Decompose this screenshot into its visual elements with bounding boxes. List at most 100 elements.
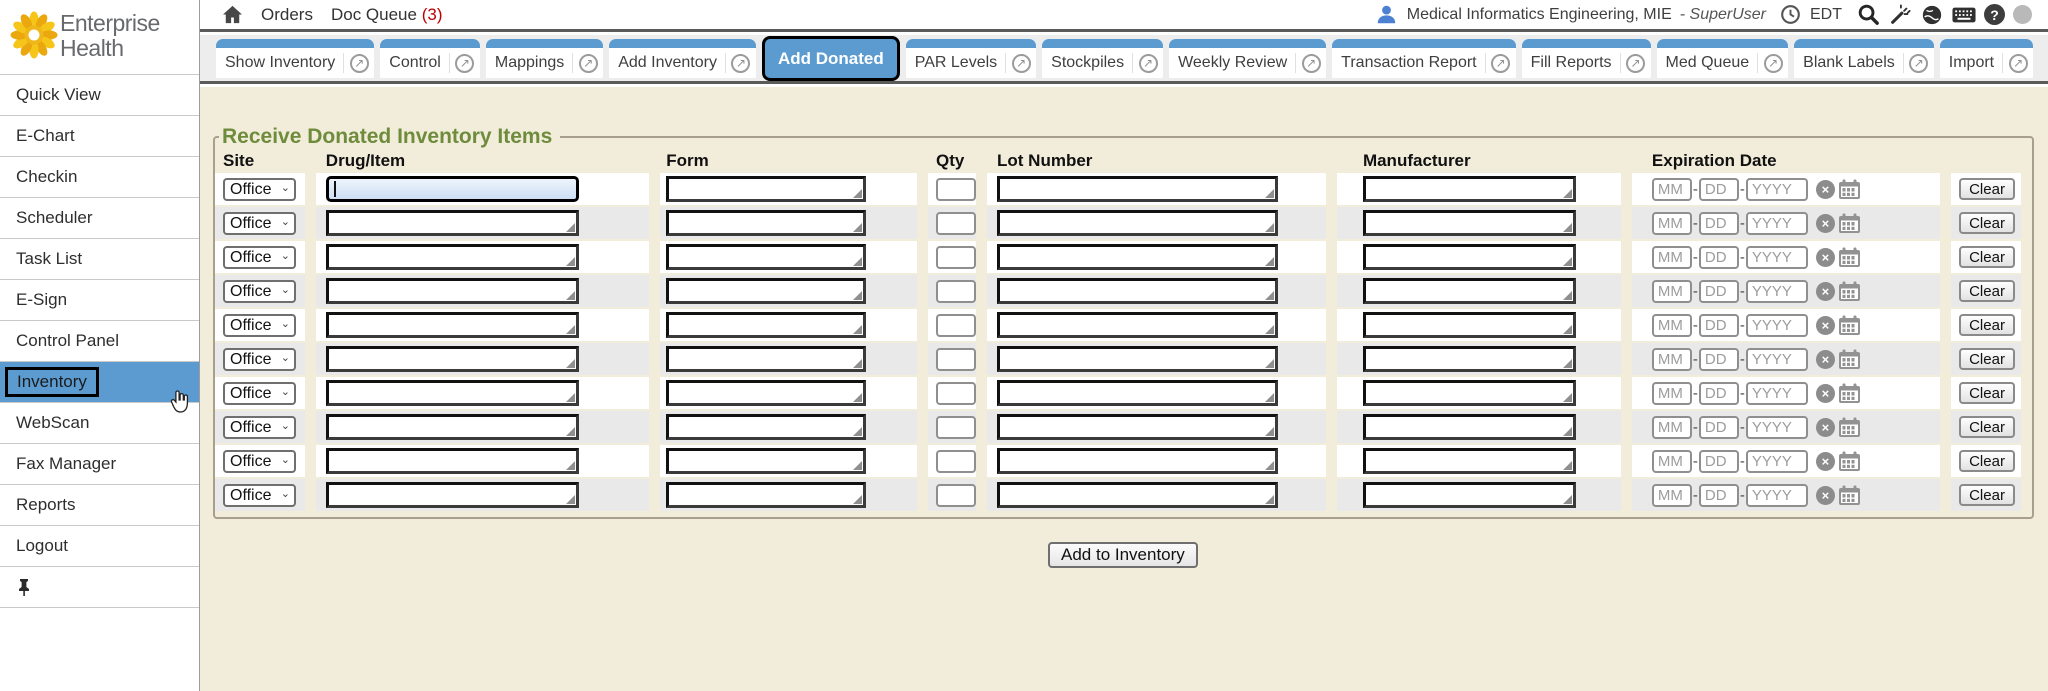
tab-control[interactable]: Control↗ <box>380 39 480 78</box>
clear-date-icon[interactable]: × <box>1816 180 1835 199</box>
tab-blank-labels[interactable]: Blank Labels↗ <box>1794 39 1934 78</box>
site-select[interactable]: Office <box>223 314 296 337</box>
open-in-new-icon[interactable]: ↗ <box>1904 54 1934 73</box>
form-input[interactable] <box>666 482 866 508</box>
sidebar-item-reports[interactable]: Reports <box>0 485 199 526</box>
calendar-icon[interactable] <box>1838 179 1861 200</box>
exp-month-input[interactable] <box>1652 314 1692 337</box>
clear-date-icon[interactable]: × <box>1816 248 1835 267</box>
calendar-icon[interactable] <box>1838 383 1861 404</box>
lot-number-input[interactable] <box>997 414 1278 440</box>
exp-year-input[interactable] <box>1746 212 1808 235</box>
lot-number-input[interactable] <box>997 482 1278 508</box>
breadcrumb-orders[interactable]: Orders <box>261 5 313 25</box>
tab-med-queue[interactable]: Med Queue↗ <box>1657 39 1789 78</box>
drug-item-input[interactable] <box>326 482 579 508</box>
qty-input[interactable] <box>936 280 976 303</box>
site-select[interactable]: Office <box>223 450 296 473</box>
open-in-new-icon[interactable]: ↗ <box>1133 54 1163 73</box>
exp-day-input[interactable] <box>1699 212 1739 235</box>
exp-day-input[interactable] <box>1699 484 1739 507</box>
calendar-icon[interactable] <box>1838 247 1861 268</box>
clear-row-button[interactable]: Clear <box>1959 382 2015 404</box>
site-select[interactable]: Office <box>223 280 296 303</box>
drug-item-input[interactable] <box>326 346 579 372</box>
manufacturer-input[interactable] <box>1363 448 1576 474</box>
drug-item-input[interactable] <box>326 312 579 338</box>
qty-input[interactable] <box>936 314 976 337</box>
qty-input[interactable] <box>936 450 976 473</box>
open-in-new-icon[interactable]: ↗ <box>450 54 480 73</box>
sidebar-item-task-list[interactable]: Task List <box>0 239 199 280</box>
open-in-new-icon[interactable]: ↗ <box>2003 54 2033 73</box>
drug-item-input[interactable] <box>326 176 579 202</box>
lot-number-input[interactable] <box>997 380 1278 406</box>
form-input[interactable] <box>666 346 866 372</box>
exp-month-input[interactable] <box>1652 348 1692 371</box>
manufacturer-input[interactable] <box>1363 312 1576 338</box>
clear-row-button[interactable]: Clear <box>1959 416 2015 438</box>
clear-row-button[interactable]: Clear <box>1959 450 2015 472</box>
exp-year-input[interactable] <box>1746 450 1808 473</box>
exp-day-input[interactable] <box>1699 416 1739 439</box>
clear-date-icon[interactable]: × <box>1816 350 1835 369</box>
lot-number-input[interactable] <box>997 278 1278 304</box>
clear-date-icon[interactable]: × <box>1816 316 1835 335</box>
clear-date-icon[interactable]: × <box>1816 214 1835 233</box>
open-in-new-icon[interactable]: ↗ <box>344 54 374 73</box>
calendar-icon[interactable] <box>1838 451 1861 472</box>
lot-number-input[interactable] <box>997 312 1278 338</box>
exp-day-input[interactable] <box>1699 280 1739 303</box>
lot-number-input[interactable] <box>997 210 1278 236</box>
site-select[interactable]: Office <box>223 212 296 235</box>
lot-number-input[interactable] <box>997 176 1278 202</box>
tab-show-inventory[interactable]: Show Inventory↗ <box>216 39 374 78</box>
exp-day-input[interactable] <box>1699 348 1739 371</box>
form-input[interactable] <box>666 244 866 270</box>
exp-year-input[interactable] <box>1746 246 1808 269</box>
qty-input[interactable] <box>936 484 976 507</box>
form-input[interactable] <box>666 448 866 474</box>
open-in-new-icon[interactable]: ↗ <box>1296 54 1326 73</box>
exp-month-input[interactable] <box>1652 178 1692 201</box>
site-select[interactable]: Office <box>223 178 296 201</box>
lot-number-input[interactable] <box>997 346 1278 372</box>
qty-input[interactable] <box>936 178 976 201</box>
clear-row-button[interactable]: Clear <box>1959 246 2015 268</box>
qty-input[interactable] <box>936 416 976 439</box>
calendar-icon[interactable] <box>1838 281 1861 302</box>
calendar-icon[interactable] <box>1838 349 1861 370</box>
open-in-new-icon[interactable]: ↗ <box>573 54 603 73</box>
tab-add-donated[interactable]: Add Donated <box>762 36 900 81</box>
drug-item-input[interactable] <box>326 414 579 440</box>
manufacturer-input[interactable] <box>1363 346 1576 372</box>
clear-row-button[interactable]: Clear <box>1959 314 2015 336</box>
globe-icon[interactable] <box>1920 3 1944 27</box>
exp-year-input[interactable] <box>1746 382 1808 405</box>
form-input[interactable] <box>666 176 866 202</box>
manufacturer-input[interactable] <box>1363 482 1576 508</box>
sidebar-item-scheduler[interactable]: Scheduler <box>0 198 199 239</box>
manufacturer-input[interactable] <box>1363 380 1576 406</box>
clear-row-button[interactable]: Clear <box>1959 348 2015 370</box>
open-in-new-icon[interactable]: ↗ <box>1758 54 1788 73</box>
sidebar-item-e-chart[interactable]: E-Chart <box>0 116 199 157</box>
sidebar-item-checkin[interactable]: Checkin <box>0 157 199 198</box>
tab-weekly-review[interactable]: Weekly Review↗ <box>1169 39 1326 78</box>
site-select[interactable]: Office <box>223 484 296 507</box>
tab-add-inventory[interactable]: Add Inventory↗ <box>609 39 756 78</box>
exp-year-input[interactable] <box>1746 178 1808 201</box>
form-input[interactable] <box>666 210 866 236</box>
manufacturer-input[interactable] <box>1363 210 1576 236</box>
breadcrumb-doc-queue[interactable]: Doc Queue (3) <box>331 5 443 25</box>
site-select[interactable]: Office <box>223 348 296 371</box>
sidebar-item-e-sign[interactable]: E-Sign <box>0 280 199 321</box>
tab-par-levels[interactable]: PAR Levels↗ <box>906 39 1036 78</box>
sidebar-item-fax-manager[interactable]: Fax Manager <box>0 444 199 485</box>
exp-month-input[interactable] <box>1652 246 1692 269</box>
sidebar-item-logout[interactable]: Logout <box>0 526 199 567</box>
wand-icon[interactable] <box>1888 3 1912 27</box>
clear-date-icon[interactable]: × <box>1816 486 1835 505</box>
calendar-icon[interactable] <box>1838 485 1861 506</box>
form-input[interactable] <box>666 380 866 406</box>
